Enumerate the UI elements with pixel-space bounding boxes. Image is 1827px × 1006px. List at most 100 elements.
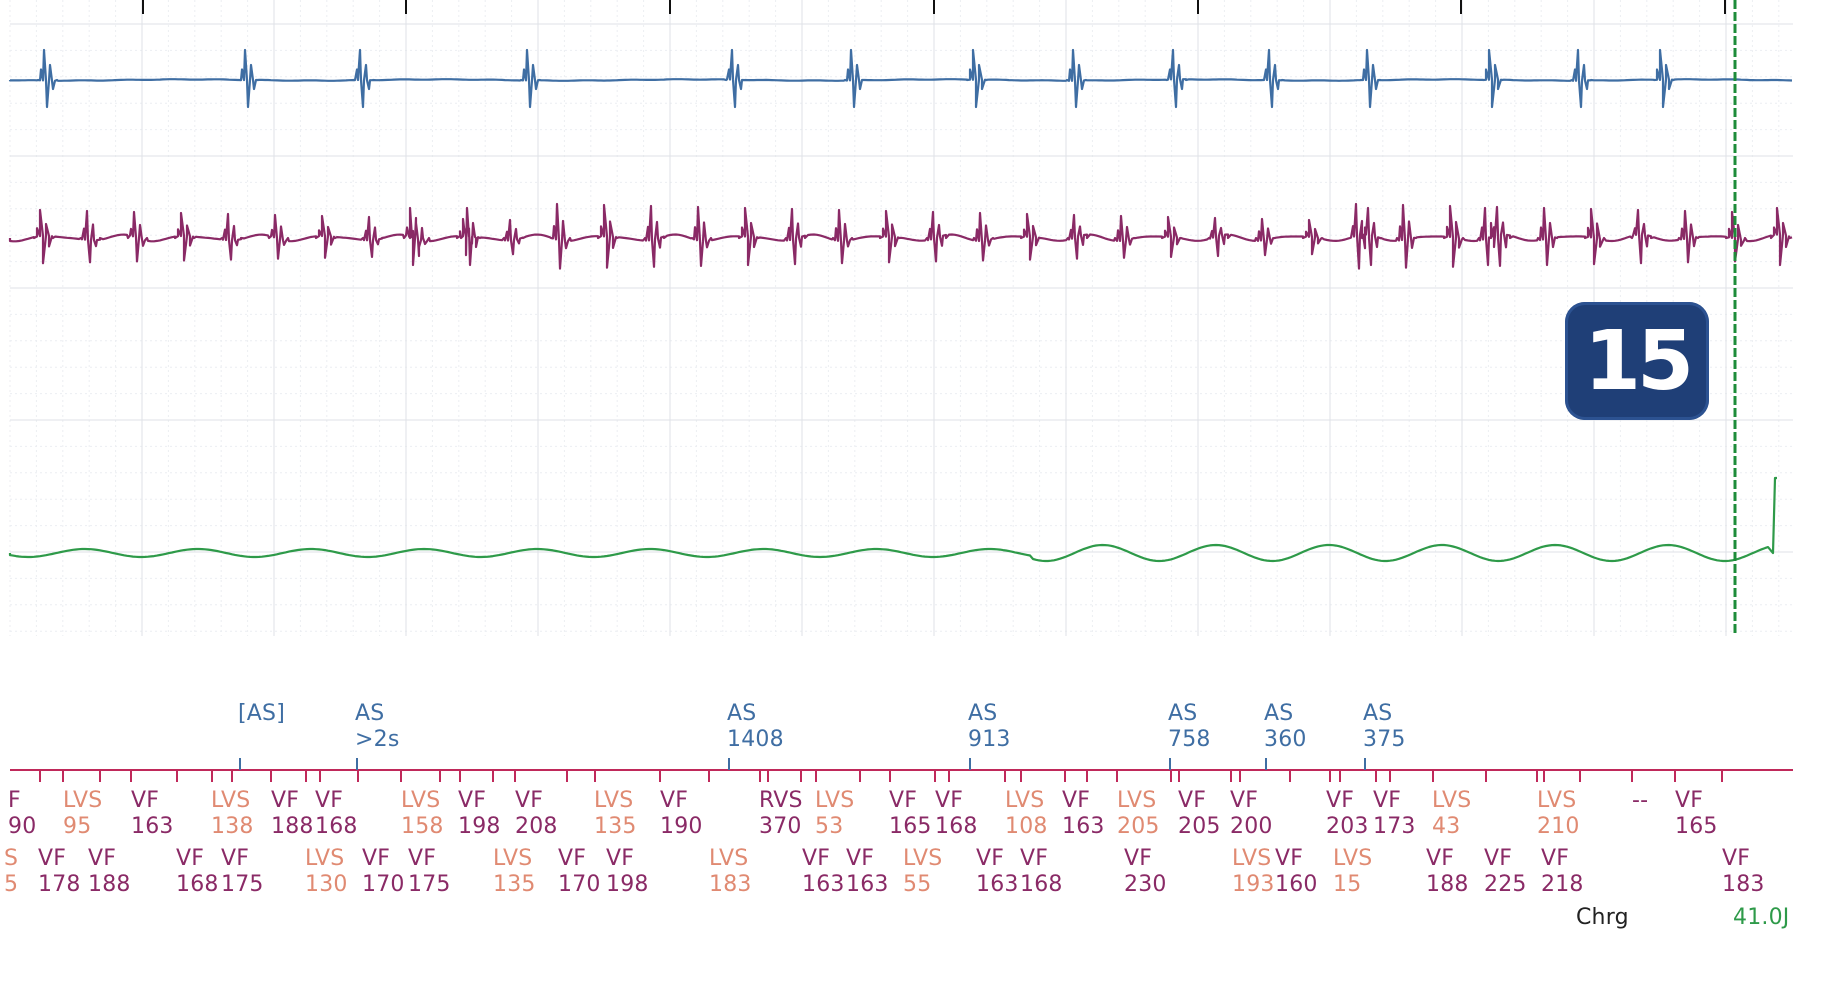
marker-value: 188 — [1426, 872, 1469, 897]
grid-fine — [9, 0, 1793, 636]
marker-label: VF — [935, 788, 964, 813]
vent-marker: VF 200 — [1230, 788, 1273, 840]
vent-marker: VF 168 — [1020, 846, 1063, 898]
marker-label: LVS — [594, 788, 634, 813]
marker-value: 758 — [1168, 727, 1211, 752]
marker-label: VF — [1675, 788, 1704, 813]
marker-value: 163 — [131, 814, 174, 839]
atrial-egm-trace — [8, 48, 1793, 109]
atrial-marker: AS 375 — [1363, 701, 1406, 753]
atrial-marker: AS >2s — [355, 701, 400, 753]
marker-value: 1408 — [727, 727, 784, 752]
vent-marker: LVS 183 — [709, 846, 752, 898]
vent-marker: VF 188 — [88, 846, 131, 898]
marker-label: [AS] — [238, 701, 285, 726]
marker-label: RVS — [759, 788, 803, 813]
charge-label: Chrg — [1576, 905, 1629, 930]
marker-label: VF — [221, 846, 250, 871]
vent-marker: VF 198 — [458, 788, 501, 840]
vent-marker: VF 225 — [1484, 846, 1527, 898]
marker-label: LVS — [401, 788, 441, 813]
vent-marker: RVS 370 — [759, 788, 803, 840]
marker-label: VF — [131, 788, 160, 813]
vent-marker: LVS 15 — [1333, 846, 1372, 898]
marker-value: 95 — [63, 814, 92, 839]
marker-label: VF — [362, 846, 391, 871]
marker-label: VF — [1373, 788, 1402, 813]
marker-value: 165 — [1675, 814, 1718, 839]
marker-label: LVS — [305, 846, 345, 871]
vent-marker: VF 168 — [176, 846, 219, 898]
marker-label: VF — [515, 788, 544, 813]
marker-label: VF — [315, 788, 344, 813]
vent-marker: VF 218 — [1541, 846, 1584, 898]
vent-marker: VF 203 — [1326, 788, 1369, 840]
marker-label: LVS — [709, 846, 749, 871]
step-number-badge: 15 — [1565, 302, 1709, 420]
badge-number: 15 — [1583, 313, 1694, 409]
atrial-marker: AS 360 — [1264, 701, 1307, 753]
vent-marker: VF 188 — [271, 788, 314, 840]
marker-value: 168 — [1020, 872, 1063, 897]
marker-label: LVS — [211, 788, 251, 813]
vent-marker: VF 163 — [846, 846, 889, 898]
marker-label: VF — [606, 846, 635, 871]
marker-label: AS — [1363, 701, 1393, 726]
marker-value: 188 — [88, 872, 131, 897]
marker-value: 218 — [1541, 872, 1584, 897]
vent-marker: VF 178 — [38, 846, 81, 898]
vent-marker: LVS 130 — [305, 846, 348, 898]
marker-label: AS — [968, 701, 998, 726]
marker-label: F — [8, 788, 21, 813]
marker-label: VF — [1178, 788, 1207, 813]
marker-label: VF — [1275, 846, 1304, 871]
vent-marker: VF 198 — [606, 846, 649, 898]
marker-label: VF — [846, 846, 875, 871]
vent-marker: VF 230 — [1124, 846, 1167, 898]
marker-label: VF — [408, 846, 437, 871]
vent-marker: VF 175 — [408, 846, 451, 898]
marker-label: VF — [558, 846, 587, 871]
vent-marker: F 90 — [8, 788, 36, 840]
marker-value: 168 — [315, 814, 358, 839]
vent-marker: VF 168 — [935, 788, 978, 840]
ventricular-egm-trace — [8, 202, 1793, 270]
marker-value: 198 — [458, 814, 501, 839]
marker-value: 360 — [1264, 727, 1307, 752]
marker-value: 170 — [362, 872, 405, 897]
vent-marker: VF 160 — [1275, 846, 1318, 898]
marker-value: 913 — [968, 727, 1011, 752]
vent-marker: LVS 138 — [211, 788, 254, 840]
marker-label: VF — [1230, 788, 1259, 813]
marker-value: 175 — [408, 872, 451, 897]
marker-value: 168 — [176, 872, 219, 897]
marker-label: VF — [271, 788, 300, 813]
marker-value: 198 — [606, 872, 649, 897]
marker-label: VF — [1062, 788, 1091, 813]
vent-marker: LVS 193 — [1232, 846, 1275, 898]
marker-label: LVS — [1333, 846, 1373, 871]
marker-label: VF — [660, 788, 689, 813]
marker-label: LVS — [903, 846, 943, 871]
marker-value: 168 — [935, 814, 978, 839]
marker-value: 160 — [1275, 872, 1318, 897]
marker-value: 43 — [1432, 814, 1461, 839]
vent-marker: VF 165 — [889, 788, 932, 840]
vent-marker: VF 163 — [802, 846, 845, 898]
vent-marker: VF 163 — [131, 788, 174, 840]
atrial-marker: AS 1408 — [727, 701, 784, 753]
grid-major — [10, 0, 1793, 636]
vent-marker: VF 170 — [558, 846, 601, 898]
atrial-marker: [AS] — [238, 701, 285, 727]
marker-label: VF — [1722, 846, 1751, 871]
marker-value: 158 — [401, 814, 444, 839]
marker-label: VF — [1020, 846, 1049, 871]
vent-marker: VF 170 — [362, 846, 405, 898]
marker-value: 205 — [1178, 814, 1221, 839]
marker-value: 210 — [1537, 814, 1580, 839]
marker-value: 370 — [759, 814, 802, 839]
marker-value: 55 — [903, 872, 932, 897]
marker-value: 178 — [38, 872, 81, 897]
marker-label: LVS — [63, 788, 103, 813]
atrial-marker: AS 758 — [1168, 701, 1211, 753]
